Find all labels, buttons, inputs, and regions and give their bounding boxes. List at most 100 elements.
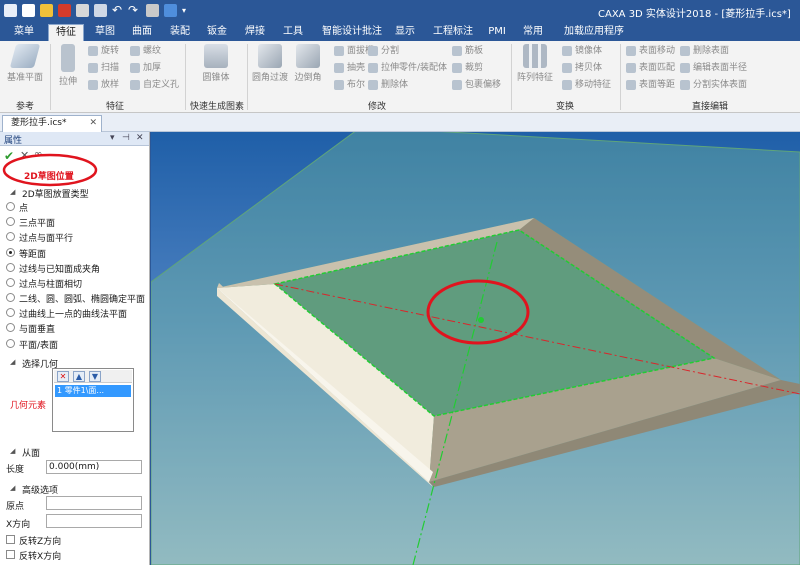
list-item[interactable]: 1 零件1\面... xyxy=(55,385,131,397)
fillet-button[interactable]: 圆角过渡 xyxy=(250,44,290,83)
face-move-icon xyxy=(626,46,636,56)
delete-face-icon xyxy=(680,46,690,56)
design-element-icon[interactable] xyxy=(146,4,159,17)
close-doc-icon[interactable] xyxy=(58,4,71,17)
new-icon[interactable] xyxy=(22,4,35,17)
document-tab[interactable]: 菱形拉手.ics* ✕ xyxy=(2,115,102,132)
ribbon-separator xyxy=(50,44,51,110)
geometry-label: 几何元素 xyxy=(10,401,47,411)
cone-button[interactable]: 圆锥体 xyxy=(196,44,236,83)
document-tabs: 菱形拉手.ics* ✕ xyxy=(0,113,800,132)
dropdown-icon[interactable]: ▾ xyxy=(182,4,195,17)
radio-label: 与面垂直 xyxy=(19,325,56,335)
chamfer-button[interactable]: 边倒角 xyxy=(291,44,325,83)
radio-line-face-angle[interactable] xyxy=(6,263,15,272)
custom-hole-button[interactable]: 自定义孔 xyxy=(130,79,179,91)
pull-button[interactable]: 拉伸 xyxy=(56,44,80,87)
pattern-button[interactable]: 阵列特征 xyxy=(514,44,556,83)
tab-tools[interactable]: 工具 xyxy=(276,24,310,41)
radio-two-lines-plane[interactable] xyxy=(6,293,15,302)
collapse-icon[interactable]: ◢ xyxy=(10,447,15,455)
trim-button[interactable]: 裁剪 xyxy=(452,62,483,74)
tab-weld[interactable]: 焊接 xyxy=(238,24,272,41)
wrap-button[interactable]: 包裹偏移 xyxy=(452,79,501,91)
origin-input[interactable] xyxy=(46,496,142,510)
tab-feature[interactable]: 特征 xyxy=(48,24,84,41)
face-move-button[interactable]: 表面移动 xyxy=(626,45,675,57)
origin-marker[interactable] xyxy=(478,317,484,323)
delete-icon[interactable]: ✕ xyxy=(57,371,69,382)
3d-viewport[interactable] xyxy=(151,132,800,565)
radio-point[interactable] xyxy=(6,202,15,211)
tab-assembly[interactable]: 装配 xyxy=(162,24,198,41)
thread-button[interactable]: 螺纹 xyxy=(130,45,161,57)
from-face-heading: 从面 xyxy=(22,449,41,459)
radio-three-point-plane[interactable] xyxy=(6,217,15,226)
pull-icon xyxy=(61,44,75,72)
radio-perpendicular-face[interactable] xyxy=(6,323,15,332)
tab-sheetmetal[interactable]: 钣金 xyxy=(200,24,234,41)
tab-drawing-annotation[interactable]: 工程标注 xyxy=(428,24,478,41)
tab-smart-annotation[interactable]: 智能设计批注 xyxy=(316,24,388,41)
copy-button[interactable]: 拷贝体 xyxy=(562,62,602,74)
collapse-icon[interactable]: ◢ xyxy=(10,484,15,492)
delete-face-button[interactable]: 删除表面 xyxy=(680,45,729,57)
transform-feature-button[interactable]: 移动特征 xyxy=(562,79,611,91)
move-down-icon[interactable]: ▼ xyxy=(89,371,101,382)
tab-surface[interactable]: 曲面 xyxy=(124,24,160,41)
redo-icon[interactable]: ↷ xyxy=(128,4,141,17)
collapse-icon[interactable]: ◢ xyxy=(10,358,15,366)
tab-addins[interactable]: 加载应用程序 xyxy=(556,24,632,41)
delete-body-button[interactable]: 删除体 xyxy=(368,79,408,91)
length-label: 长度 xyxy=(6,465,25,475)
thicken-button[interactable]: 加厚 xyxy=(130,62,161,74)
sweep-button[interactable]: 扫描 xyxy=(88,62,119,74)
rib-button[interactable]: 筋板 xyxy=(452,45,483,57)
shell-button[interactable]: 抽壳 xyxy=(334,62,365,74)
group-label-transform: 变换 xyxy=(555,102,574,112)
face-offset-button[interactable]: 表面等距 xyxy=(626,79,675,91)
advanced-heading: 高级选项 xyxy=(22,486,59,496)
radio-offset-face[interactable] xyxy=(6,248,15,257)
snap-icon[interactable] xyxy=(164,4,177,17)
ribbon: 基准平面 参考 拉伸 旋转 扫描 放样 螺纹 加厚 自定义孔 特征 圆锥体 快速… xyxy=(0,41,800,113)
tab-display[interactable]: 显示 xyxy=(390,24,420,41)
radio-label: 点 xyxy=(19,204,29,214)
print-icon[interactable] xyxy=(76,4,89,17)
mirror-button[interactable]: 镜像体 xyxy=(562,45,602,57)
ref-plane-button[interactable]: 基准平面 xyxy=(5,44,45,83)
tab-sketch[interactable]: 草图 xyxy=(88,24,122,41)
move-up-icon[interactable]: ▲ xyxy=(73,371,85,382)
radio-plane-surface[interactable] xyxy=(6,339,15,348)
edit-radius-button[interactable]: 编辑表面半径 xyxy=(680,62,747,74)
xdir-input[interactable] xyxy=(46,514,142,528)
ribbon-tabs: 菜单 特征 草图 曲面 装配 钣金 焊接 工具 智能设计批注 显示 工程标注 P… xyxy=(0,22,800,41)
geometry-list[interactable]: ✕ ▲ ▼ 1 零件1\面... xyxy=(52,368,134,432)
split-face-button[interactable]: 分割实体表面 xyxy=(680,79,747,91)
shell-icon xyxy=(334,63,344,73)
pull-part-button[interactable]: 拉伸零件/装配体 xyxy=(368,62,447,74)
tab-menu[interactable]: 菜单 xyxy=(6,24,42,41)
length-input[interactable]: 0.000(mm) xyxy=(46,460,142,474)
close-icon[interactable]: ✕ xyxy=(89,116,97,131)
tab-pmi[interactable]: PMI xyxy=(482,24,512,41)
save-icon[interactable] xyxy=(94,4,107,17)
rotate-button[interactable]: 旋转 xyxy=(88,45,119,57)
open-icon[interactable] xyxy=(40,4,53,17)
radio-label: 二线、圆、圆弧、椭圆确定平面 xyxy=(19,295,146,305)
reverse-x-checkbox[interactable] xyxy=(6,550,15,559)
boolean-button[interactable]: 布尔 xyxy=(334,79,365,91)
radio-point-parallel-face[interactable] xyxy=(6,232,15,241)
radio-curve-normal-plane[interactable] xyxy=(6,308,15,317)
reverse-z-checkbox[interactable] xyxy=(6,535,15,544)
face-match-button[interactable]: 表面匹配 xyxy=(626,62,675,74)
radio-point-tangent-cylinder[interactable] xyxy=(6,278,15,287)
split-face-icon xyxy=(680,80,690,90)
cone-icon xyxy=(204,44,228,68)
tab-common[interactable]: 常用 xyxy=(516,24,550,41)
loft-button[interactable]: 放样 xyxy=(88,79,119,91)
undo-icon[interactable]: ↶ xyxy=(112,4,125,17)
thread-icon xyxy=(130,46,140,56)
group-label-direct-edit: 直接编辑 xyxy=(691,102,728,112)
split-button[interactable]: 分割 xyxy=(368,45,399,57)
